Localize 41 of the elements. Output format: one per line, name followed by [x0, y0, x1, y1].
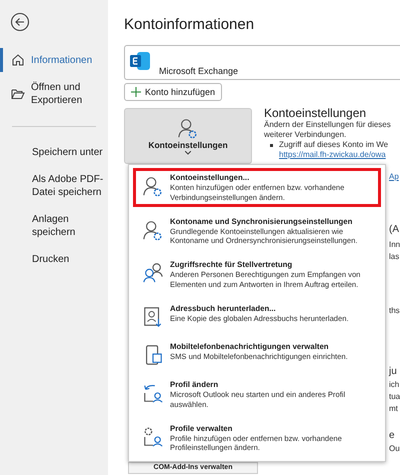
partial-text: ju — [389, 366, 397, 377]
sidebar-item[interactable]: Öffnen und Exportieren — [0, 76, 108, 112]
folder-icon — [11, 87, 25, 101]
partial-text: Ou — [389, 444, 400, 453]
partial-text: (A — [389, 224, 399, 235]
account-name: Microsoft Exchange — [159, 66, 238, 76]
partial-text: ths — [389, 306, 400, 315]
partial-text: Inn — [389, 240, 400, 249]
bullet-text: Zugriff auf dieses Konto im We — [279, 140, 388, 150]
sidebar-item[interactable]: Informationen — [0, 48, 108, 72]
exchange-logo-icon — [129, 50, 151, 72]
account-card[interactable]: Microsoft Exchange — [124, 45, 400, 80]
person-gear-icon — [142, 218, 164, 241]
person-gear-icon — [177, 117, 199, 139]
partial-text: ich — [389, 380, 400, 389]
sidebar-item[interactable]: Als Adobe PDF-Datei speichern — [0, 168, 108, 204]
add-account-button[interactable]: Konto hinzufügen — [124, 83, 222, 101]
partial-text: tua — [389, 392, 400, 401]
partial-text: mt — [389, 404, 398, 413]
account-settings-button[interactable]: Kontoeinstellungen — [124, 108, 252, 164]
page-title: Kontoinformationen — [124, 16, 256, 33]
person-gear-icon — [142, 175, 164, 197]
web-link[interactable]: https://mail.fh-zwickau.de/owa — [279, 150, 391, 160]
section-heading: Kontoeinstellungen — [264, 108, 368, 118]
profile-switch-icon — [142, 382, 164, 404]
plus-icon — [131, 87, 141, 97]
people-icon — [142, 262, 164, 284]
bullet-icon — [270, 144, 273, 146]
partial-text: e — [389, 430, 395, 441]
chevron-down-icon — [185, 151, 191, 155]
section-description: Ändern der Einstellungen für dieses — [264, 120, 391, 130]
section-description: weiterer Verbindungen. — [264, 130, 348, 140]
home-icon — [11, 53, 25, 67]
app-link[interactable]: Ap — [389, 172, 399, 181]
contact-card-icon — [142, 306, 164, 328]
sidebar-item[interactable]: Speichern unter — [0, 141, 108, 164]
partial-text: las — [389, 252, 400, 261]
back-icon[interactable] — [10, 12, 30, 32]
sidebar-item[interactable]: Drucken — [0, 248, 108, 271]
sidebar-item[interactable]: Anlagen speichern — [0, 208, 108, 244]
profile-gear-icon — [142, 426, 164, 448]
